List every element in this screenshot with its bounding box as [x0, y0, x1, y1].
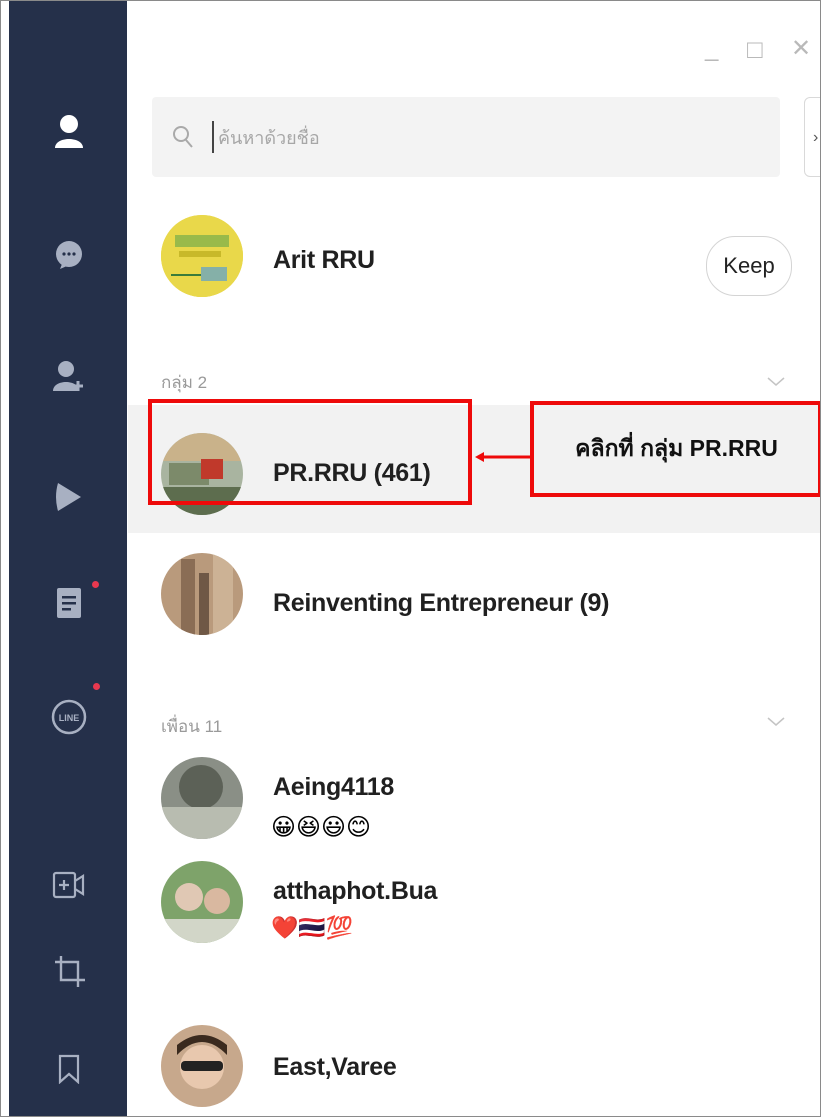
- line-today-icon[interactable]: LINE: [51, 699, 87, 735]
- news-icon[interactable]: [51, 585, 87, 621]
- search-input[interactable]: [216, 119, 620, 157]
- friend-avatar-aeing: [161, 757, 243, 839]
- search-icon: [173, 126, 193, 148]
- minimize-button[interactable]: _: [705, 37, 718, 61]
- friend-status-emojis: ❤️🇹🇭💯: [271, 915, 354, 940]
- callout-arrow-icon: [475, 452, 533, 462]
- groups-section-label: กลุ่ม 2: [161, 373, 208, 392]
- friend-name[interactable]: East,Varee: [273, 1053, 397, 1082]
- friend-avatar-atthaphot: [161, 861, 243, 943]
- keep-button[interactable]: Keep: [706, 236, 792, 296]
- friend-status-emojis: 😀😆😃😊: [271, 814, 372, 841]
- text-caret: [212, 121, 214, 153]
- bookmark-icon[interactable]: [51, 1051, 87, 1087]
- callout-text: คลิกที่ กลุ่ม PR.RRU: [575, 435, 778, 461]
- group-avatar-reinventing: [161, 553, 243, 635]
- friends-tab-person-icon[interactable]: [51, 113, 87, 149]
- video-call-icon[interactable]: [51, 867, 87, 903]
- friend-name[interactable]: Aeing4118: [273, 773, 394, 802]
- friends-collapse-chevron-down-icon[interactable]: [767, 717, 785, 727]
- chats-tab-chat-icon[interactable]: [51, 237, 87, 273]
- group-name[interactable]: Reinventing Entrepreneur (9): [273, 589, 609, 618]
- close-button[interactable]: ✕: [791, 37, 811, 61]
- profile-name: Arit RRU: [273, 246, 375, 274]
- sidebar-rail: LINE: [9, 1, 127, 1116]
- crop-icon[interactable]: [51, 953, 87, 989]
- search-bar: [152, 97, 780, 177]
- groups-collapse-chevron-down-icon[interactable]: [767, 377, 785, 387]
- line-app-window: LINE _ □ ✕ › Arit RRU Keep: [0, 0, 821, 1117]
- friends-section-label: เพื่อน 11: [161, 717, 223, 736]
- expand-panel-button[interactable]: ›: [804, 97, 820, 177]
- add-friend-icon[interactable]: [51, 358, 87, 394]
- maximize-button[interactable]: □: [747, 36, 763, 62]
- profile-avatar[interactable]: [161, 215, 243, 297]
- highlight-box-pr-rru: [148, 399, 472, 505]
- friend-name[interactable]: atthaphot.Bua: [273, 877, 437, 906]
- friend-avatar-east-varee: [161, 1025, 243, 1107]
- news-notification-dot: [92, 581, 99, 588]
- line-today-notification-dot: [93, 683, 100, 690]
- timeline-play-icon[interactable]: [51, 479, 87, 515]
- line-badge-text: LINE: [59, 713, 80, 723]
